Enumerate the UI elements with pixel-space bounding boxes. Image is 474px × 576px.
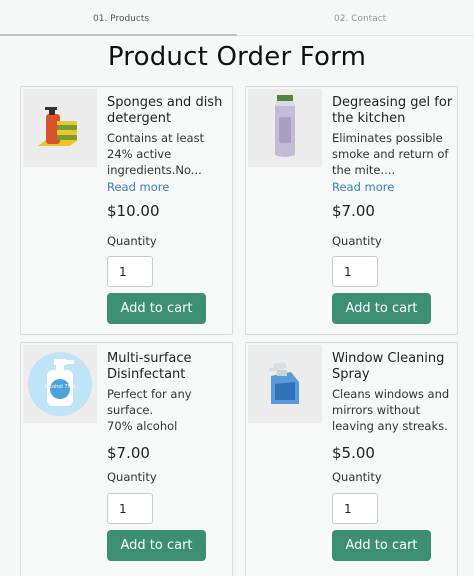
product-info: Degreasing gel for the kitchen Eliminate… bbox=[332, 95, 454, 220]
product-name: Window Cleaning Spray bbox=[332, 351, 445, 382]
bottle-label: Alcohol 75% bbox=[45, 384, 76, 390]
quantity-label: Quantity bbox=[107, 234, 157, 248]
product-card: Degreasing gel for the kitchen Eliminate… bbox=[245, 86, 458, 335]
quantity-label: Quantity bbox=[332, 470, 382, 484]
product-name: Sponges and dish detergent bbox=[107, 95, 223, 126]
product-price: $7.00 bbox=[332, 202, 375, 220]
page-title: Product Order Form bbox=[107, 42, 367, 72]
step-contact[interactable]: 02. Contact bbox=[334, 14, 386, 24]
quantity-label: Quantity bbox=[332, 234, 382, 248]
product-card: Alcohol 75% Multi-surface Disinfectant P… bbox=[20, 342, 233, 576]
active-step-indicator bbox=[0, 34, 237, 36]
add-to-cart-button[interactable]: Add to cart bbox=[332, 530, 431, 561]
product-info: Sponges and dish detergent Contains at l… bbox=[107, 95, 229, 220]
quantity-label: Quantity bbox=[107, 470, 157, 484]
product-description: Eliminates possible smoke and return of … bbox=[332, 131, 449, 177]
product-info: Window Cleaning Spray Cleans windows and… bbox=[332, 351, 454, 462]
add-to-cart-button[interactable]: Add to cart bbox=[107, 530, 206, 561]
product-description: Perfect for any surface. 70% alcohol bbox=[107, 387, 192, 433]
product-price: $10.00 bbox=[107, 202, 160, 220]
product-price: $7.00 bbox=[107, 444, 150, 462]
read-more-link[interactable]: Read more bbox=[332, 180, 454, 194]
product-info: Multi-surface Disinfectant Perfect for a… bbox=[107, 351, 229, 462]
product-card: Window Cleaning Spray Cleans windows and… bbox=[245, 342, 458, 576]
product-description: Cleans windows and mirrors without leavi… bbox=[332, 387, 450, 433]
product-name: Degreasing gel for the kitchen bbox=[332, 95, 453, 126]
product-description: Contains at least 24% active ingredients… bbox=[107, 131, 205, 177]
add-to-cart-button[interactable]: Add to cart bbox=[107, 293, 206, 324]
product-image bbox=[248, 345, 322, 423]
step-tabs: 01. Products 02. Contact bbox=[0, 0, 474, 36]
quantity-input[interactable] bbox=[107, 256, 153, 287]
spray-bottle-icon bbox=[269, 362, 299, 404]
product-name: Multi-surface Disinfectant bbox=[107, 351, 192, 382]
sponge-detergent-icon bbox=[38, 107, 78, 146]
product-image bbox=[23, 89, 97, 167]
product-price: $5.00 bbox=[332, 444, 375, 462]
product-image bbox=[248, 89, 322, 167]
product-image: Alcohol 75% bbox=[23, 345, 97, 423]
quantity-input[interactable] bbox=[107, 493, 153, 524]
gel-bottle-icon bbox=[275, 95, 295, 157]
step-products[interactable]: 01. Products bbox=[93, 14, 149, 24]
quantity-input[interactable] bbox=[332, 493, 378, 524]
read-more-link[interactable]: Read more bbox=[107, 180, 229, 194]
add-to-cart-button[interactable]: Add to cart bbox=[332, 293, 431, 324]
quantity-input[interactable] bbox=[332, 256, 378, 287]
product-card: Sponges and dish detergent Contains at l… bbox=[20, 86, 233, 335]
alcohol-bottle-icon: Alcohol 75% bbox=[28, 352, 92, 416]
